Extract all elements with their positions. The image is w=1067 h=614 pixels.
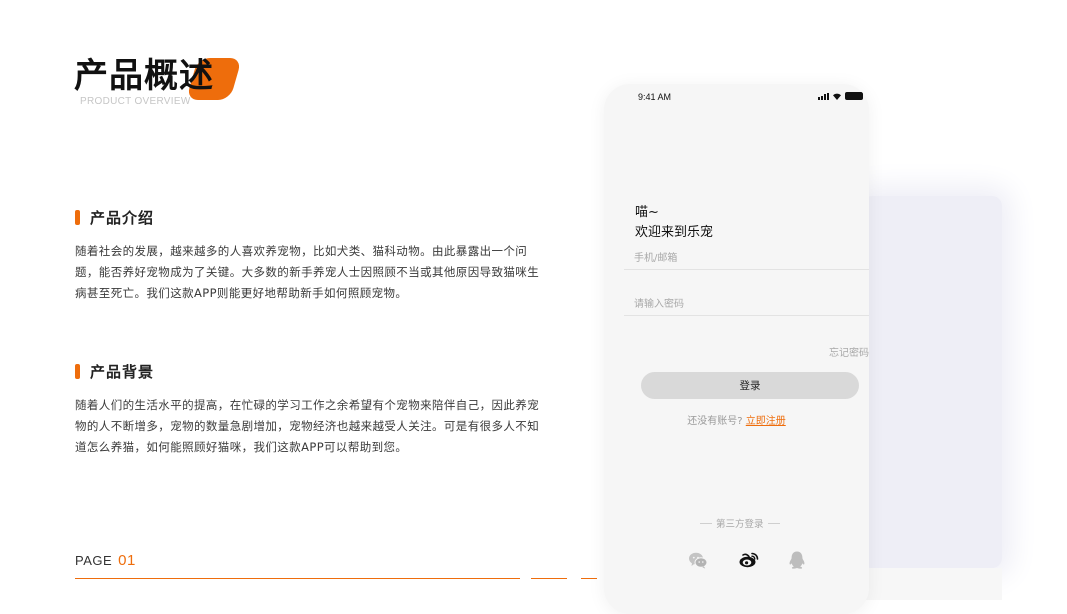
register-link[interactable]: 立即注册: [746, 416, 786, 427]
greeting-line-1: 喵~: [635, 205, 659, 220]
section-heading-row: 产品背景: [75, 361, 555, 381]
page-label: PAGE: [75, 553, 113, 568]
footer-line-long: [75, 578, 520, 579]
battery-icon: [845, 92, 863, 100]
page-number: 01: [118, 552, 136, 569]
slide-subtitle: PRODUCT OVERVIEW: [80, 96, 191, 107]
footer-line-short: [531, 578, 567, 579]
login-button[interactable]: 登录: [641, 372, 859, 399]
status-icons: [818, 92, 863, 100]
forgot-password-link[interactable]: 忘记密码: [829, 344, 869, 359]
username-input[interactable]: [624, 248, 869, 270]
register-prompt: 还没有账号?: [687, 416, 743, 427]
phone-shadow-card: [862, 196, 1002, 568]
wechat-icon[interactable]: [687, 549, 709, 571]
third-party-login-label: 第三方登录: [700, 516, 780, 530]
divider: [767, 522, 780, 524]
section-accent-bar: [75, 209, 80, 225]
section-body: 随着社会的发展，越来越多的人喜欢养宠物，比如犬类、猫科动物。由此暴露出一个问题，…: [75, 244, 540, 300]
qq-icon[interactable]: [786, 549, 808, 571]
slide-title-block: 产品概述 PRODUCT OVERVIEW: [74, 54, 274, 114]
footer-line-tiny: [581, 578, 597, 579]
section-heading: 产品介绍: [90, 208, 155, 227]
section-product-background: 产品背景 随着人们的生活水平的提高，在忙碌的学习工作之余希望有个宠物来陪伴自己，…: [75, 361, 555, 458]
phone-shadow-base: [862, 568, 1002, 600]
password-input[interactable]: [624, 294, 869, 316]
section-product-intro: 产品介绍 随着社会的发展，越来越多的人喜欢养宠物，比如犬类、猫科动物。由此暴露出…: [75, 207, 555, 304]
section-accent-bar: [75, 363, 80, 379]
weibo-icon[interactable]: [738, 549, 760, 571]
divider: [700, 522, 712, 524]
signal-icon: [818, 92, 829, 100]
page-indicator: PAGE 01: [75, 552, 136, 569]
section-heading-row: 产品介绍: [75, 207, 555, 227]
wifi-icon: [833, 93, 841, 100]
section-heading: 产品背景: [90, 362, 155, 381]
third-party-label: 第三方登录: [716, 519, 764, 530]
status-time: 9:41 AM: [638, 92, 672, 102]
slide-title: 产品概述: [74, 56, 214, 96]
register-row: 还没有账号? 立即注册: [604, 412, 869, 427]
greeting-line-2: 欢迎来到乐宠: [635, 225, 714, 240]
phone-mockup: 9:41 AM 喵~ 欢迎来到乐宠 忘记密码 登录 还没有账号? 立即注册 第三…: [604, 84, 869, 614]
section-body: 随着人们的生活水平的提高，在忙碌的学习工作之余希望有个宠物来陪伴自己，因此养宠物…: [75, 398, 540, 454]
